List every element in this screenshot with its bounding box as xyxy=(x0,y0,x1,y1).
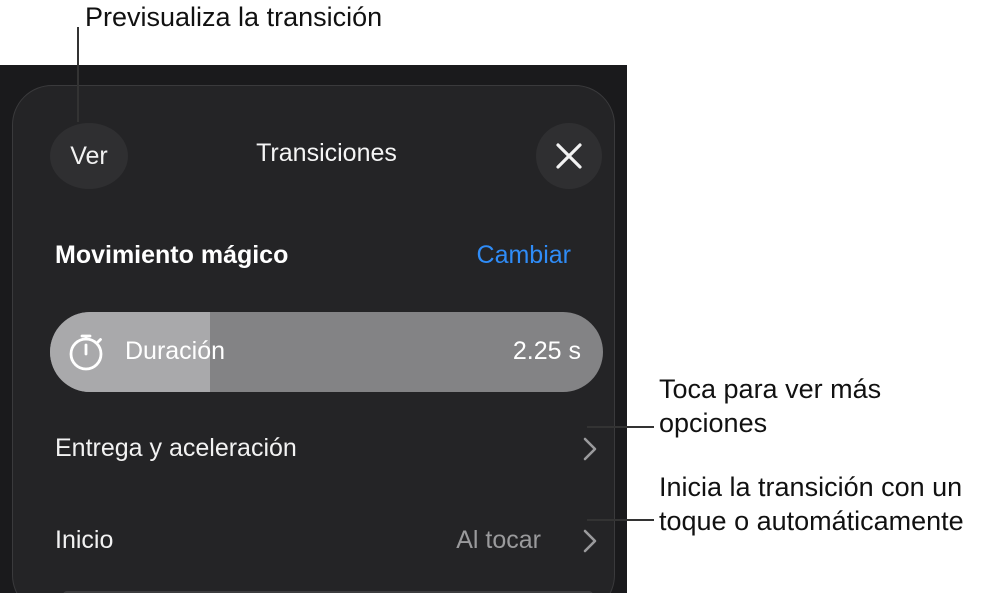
close-icon xyxy=(556,143,582,169)
row-delivery-acceleration-label: Entrega y aceleración xyxy=(55,434,297,462)
panel-title: Transiciones xyxy=(256,139,397,167)
callout-start-line2: toque o automáticamente xyxy=(659,506,964,536)
stopwatch-icon xyxy=(69,334,103,371)
leader-line-more-options xyxy=(587,426,654,428)
row-start-value: Al tocar xyxy=(456,526,541,554)
callout-start-line1: Inicia la transición con un xyxy=(659,472,963,502)
change-button[interactable]: Cambiar xyxy=(477,241,571,270)
chevron-right-icon xyxy=(583,437,597,461)
close-button[interactable] xyxy=(536,123,602,189)
transitions-panel: Ver Transiciones Movimiento mágico Cambi… xyxy=(12,85,615,593)
leader-line-preview xyxy=(77,27,79,122)
row-delivery-acceleration[interactable]: Entrega y aceleración xyxy=(13,414,616,484)
section-title: Movimiento mágico xyxy=(55,241,289,269)
callout-more-options-line2: opciones xyxy=(659,408,768,438)
duration-slider[interactable]: Duración 2.25 s xyxy=(50,312,603,392)
duration-label: Duración xyxy=(125,337,226,365)
callout-more-options-line1: Toca para ver más xyxy=(659,374,882,404)
transitions-panel-backdrop: Ver Transiciones Movimiento mágico Cambi… xyxy=(0,65,627,593)
chevron-right-icon xyxy=(583,529,597,553)
callout-preview: Previsualiza la transición xyxy=(85,2,383,32)
callout-start: Inicia la transición con un toque o auto… xyxy=(659,470,964,538)
row-start[interactable]: Inicio Al tocar xyxy=(13,506,616,576)
duration-value: 2.25 s xyxy=(512,337,581,365)
leader-line-start xyxy=(587,519,654,521)
row-start-label: Inicio xyxy=(55,526,114,554)
callout-more-options: Toca para ver más opciones xyxy=(659,372,881,440)
